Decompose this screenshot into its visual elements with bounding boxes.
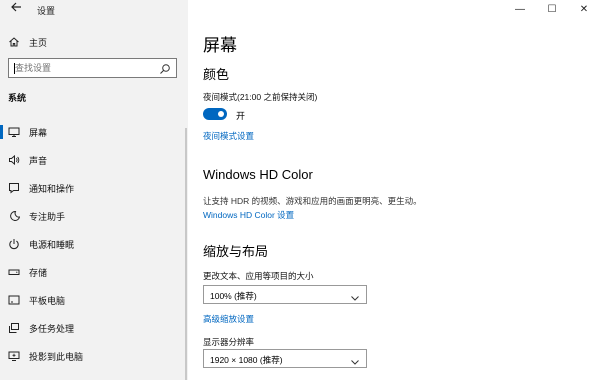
sidebar-item-multitasking[interactable]: 多任务处理: [0, 314, 188, 342]
notification-icon: [8, 182, 20, 194]
color-heading: 颜色: [203, 67, 230, 82]
chevron-down-icon: [350, 354, 360, 365]
moon-icon: [8, 210, 20, 222]
sidebar-item-focus-assist[interactable]: 专注助手: [0, 202, 188, 230]
sidebar-item-label: 专注助手: [29, 211, 66, 222]
app-title: 设置: [37, 6, 56, 16]
chevron-down-icon: [350, 290, 360, 301]
page-title: 屏幕: [203, 36, 237, 55]
back-arrow-icon[interactable]: [8, 1, 24, 17]
main-content: 屏幕 颜色 夜间模式(21:00 之前保持关闭) 开 夜间模式设置 Window…: [203, 0, 600, 380]
power-icon: [8, 238, 20, 250]
hd-color-settings-link[interactable]: Windows HD Color 设置: [203, 209, 294, 221]
home-nav-item[interactable]: 主页: [8, 34, 47, 50]
projection-icon: [8, 350, 20, 362]
speaker-icon: [8, 154, 20, 166]
sidebar-item-label: 屏幕: [29, 127, 48, 138]
resolution-label: 显示器分辨率: [203, 337, 255, 347]
scale-dropdown-value: 100% (推荐): [210, 291, 257, 301]
resolution-dropdown[interactable]: 1920 × 1080 (推荐): [203, 349, 367, 368]
sidebar-item-projection[interactable]: 投影到此电脑: [0, 342, 188, 370]
search-icon[interactable]: [159, 62, 171, 74]
resolution-dropdown-value: 1920 × 1080 (推荐): [210, 355, 283, 365]
toggle-knob: [218, 111, 224, 117]
sidebar-item-label: 投影到此电脑: [29, 351, 84, 362]
section-title: 系统: [8, 93, 27, 103]
search-box[interactable]: [8, 58, 177, 78]
multitasking-icon: [8, 322, 20, 334]
system-nav-list: 屏幕 声音 通知和操作 专注助手 电源和睡眠 存储 平板电脑 多任务处理 投影到…: [0, 118, 188, 370]
advanced-scaling-link[interactable]: 高级缩放设置: [203, 313, 254, 325]
active-indicator: [0, 125, 3, 139]
search-input[interactable]: [15, 61, 155, 75]
sidebar-item-label: 电源和睡眠: [29, 239, 75, 250]
sidebar-item-label: 存储: [29, 267, 48, 278]
sidebar-item-label: 多任务处理: [29, 323, 75, 334]
sidebar-item-notifications[interactable]: 通知和操作: [0, 174, 188, 202]
scale-label: 更改文本、应用等项目的大小: [203, 271, 314, 281]
scale-dropdown[interactable]: 100% (推荐): [203, 285, 367, 304]
sidebar-item-storage[interactable]: 存储: [0, 258, 188, 286]
hd-color-heading: Windows HD Color: [203, 167, 313, 182]
home-label: 主页: [29, 37, 48, 48]
sidebar-item-power-sleep[interactable]: 电源和睡眠: [0, 230, 188, 258]
sidebar-item-label: 通知和操作: [29, 183, 75, 194]
scale-layout-heading: 缩放与布局: [203, 244, 269, 259]
sidebar-scrollbar[interactable]: [185, 128, 187, 380]
title-bar: 设置: [0, 0, 188, 18]
sidebar: 设置 主页 系统 屏幕 声音: [0, 0, 188, 380]
sidebar-item-label: 声音: [29, 155, 48, 166]
storage-icon: [8, 266, 20, 278]
night-mode-label: 夜间模式(21:00 之前保持关闭): [203, 92, 318, 102]
night-mode-settings-link[interactable]: 夜间模式设置: [203, 130, 254, 142]
monitor-icon: [8, 126, 20, 138]
sidebar-item-sound[interactable]: 声音: [0, 146, 188, 174]
sidebar-item-display[interactable]: 屏幕: [0, 118, 188, 146]
sidebar-item-label: 平板电脑: [29, 295, 66, 306]
night-mode-toggle[interactable]: [203, 108, 227, 120]
tablet-icon: [8, 294, 20, 306]
hd-color-description: 让支持 HDR 的视频、游戏和应用的画面更明亮、更生动。: [203, 196, 422, 206]
toggle-state-label: 开: [236, 111, 246, 121]
sidebar-item-tablet[interactable]: 平板电脑: [0, 286, 188, 314]
home-icon: [8, 36, 20, 48]
